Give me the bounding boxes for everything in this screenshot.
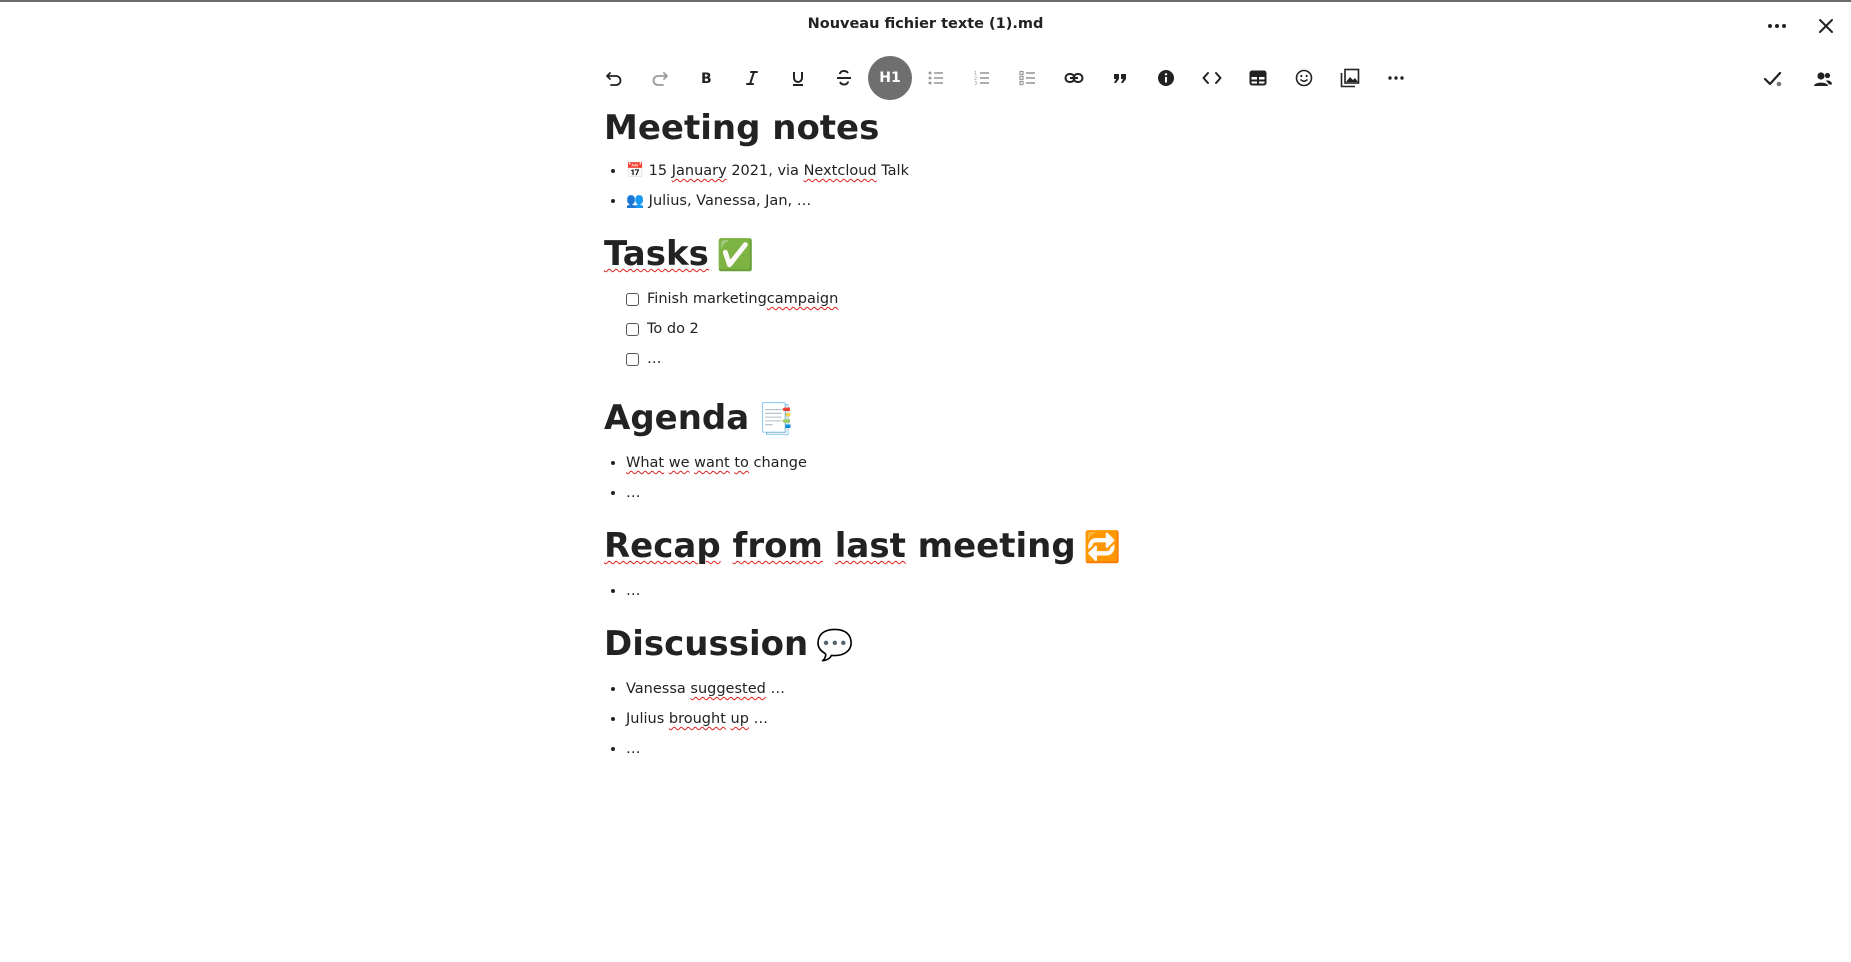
bullet-list-icon[interactable] <box>914 56 958 100</box>
recap-list: … <box>604 576 1304 606</box>
task-item: Finish marketing campaign <box>626 284 1304 314</box>
undo-icon[interactable] <box>592 56 636 100</box>
list-item: Vanessa suggested … <box>626 674 1304 704</box>
more-icon[interactable] <box>1374 56 1418 100</box>
document-title: Meeting notes <box>604 108 880 148</box>
emoji-icon[interactable] <box>1282 56 1326 100</box>
blockquote-icon[interactable] <box>1098 56 1142 100</box>
link-icon[interactable] <box>1052 56 1096 100</box>
document-body[interactable]: Meeting notes 📅 15 January 2021, via Nex… <box>604 100 1304 764</box>
list-item: 📅 15 January 2021, via Nextcloud Talk <box>626 156 1304 186</box>
svg-text:3: 3 <box>974 81 977 87</box>
heading-icon[interactable]: H1 <box>868 56 912 100</box>
section-heading-agenda: Agenda 📑 <box>604 398 795 438</box>
task-item: To do 2 <box>626 314 1304 344</box>
info-icon[interactable] <box>1144 56 1188 100</box>
italic-icon[interactable] <box>730 56 774 100</box>
window-top-border <box>0 0 1851 2</box>
task-list-icon[interactable] <box>1006 56 1050 100</box>
redo-icon[interactable] <box>638 56 682 100</box>
discussion-list: Vanessa suggested … Julius brought up … … <box>604 674 1304 764</box>
file-title: Nouveau fichier texte (1).md <box>807 16 1044 32</box>
ordered-list-icon[interactable]: 123 <box>960 56 1004 100</box>
underline-icon[interactable] <box>776 56 820 100</box>
bookmark-tabs-icon: 📑 <box>757 402 795 437</box>
strikethrough-icon[interactable] <box>822 56 866 100</box>
table-icon[interactable] <box>1236 56 1280 100</box>
list-item: … <box>626 576 1304 606</box>
more-actions-icon[interactable] <box>1763 12 1791 40</box>
speech-bubble-icon: 💬 <box>816 628 854 663</box>
agenda-list: What we want to change … <box>604 448 1304 508</box>
list-item: What we want to change <box>626 448 1304 478</box>
list-item: Julius brought up … <box>626 704 1304 734</box>
code-block-icon[interactable] <box>1190 56 1234 100</box>
heading-level-label: H1 <box>879 70 901 86</box>
bold-icon[interactable]: B <box>684 56 728 100</box>
section-heading-tasks: Tasks ✅ <box>604 234 755 274</box>
section-heading-recap: Recap from last meeting 🔁 <box>604 526 1122 566</box>
repeat-icon: 🔁 <box>1083 530 1122 565</box>
section-heading-discussion: Discussion 💬 <box>604 624 854 664</box>
check-mark-icon: ✅ <box>716 238 755 273</box>
list-item: 👥 Julius, Vanessa, Jan, … <box>626 186 1304 216</box>
people-icon: 👥 <box>626 193 645 209</box>
image-icon[interactable] <box>1328 56 1372 100</box>
list-item: … <box>626 734 1304 764</box>
task-checkbox[interactable] <box>626 352 639 366</box>
meta-list: 📅 15 January 2021, via Nextcloud Talk 👥 … <box>604 156 1304 216</box>
task-list: Finish marketing campaign To do 2 … <box>604 284 1304 374</box>
task-checkbox[interactable] <box>626 322 639 336</box>
close-icon[interactable] <box>1812 12 1840 40</box>
calendar-icon: 📅 <box>626 163 645 179</box>
list-item: … <box>626 478 1304 508</box>
task-item: … <box>626 344 1304 374</box>
users-icon[interactable] <box>1810 66 1836 92</box>
svg-text:B: B <box>701 71 712 86</box>
saved-status-icon[interactable] <box>1760 66 1786 92</box>
task-checkbox[interactable] <box>626 292 639 306</box>
